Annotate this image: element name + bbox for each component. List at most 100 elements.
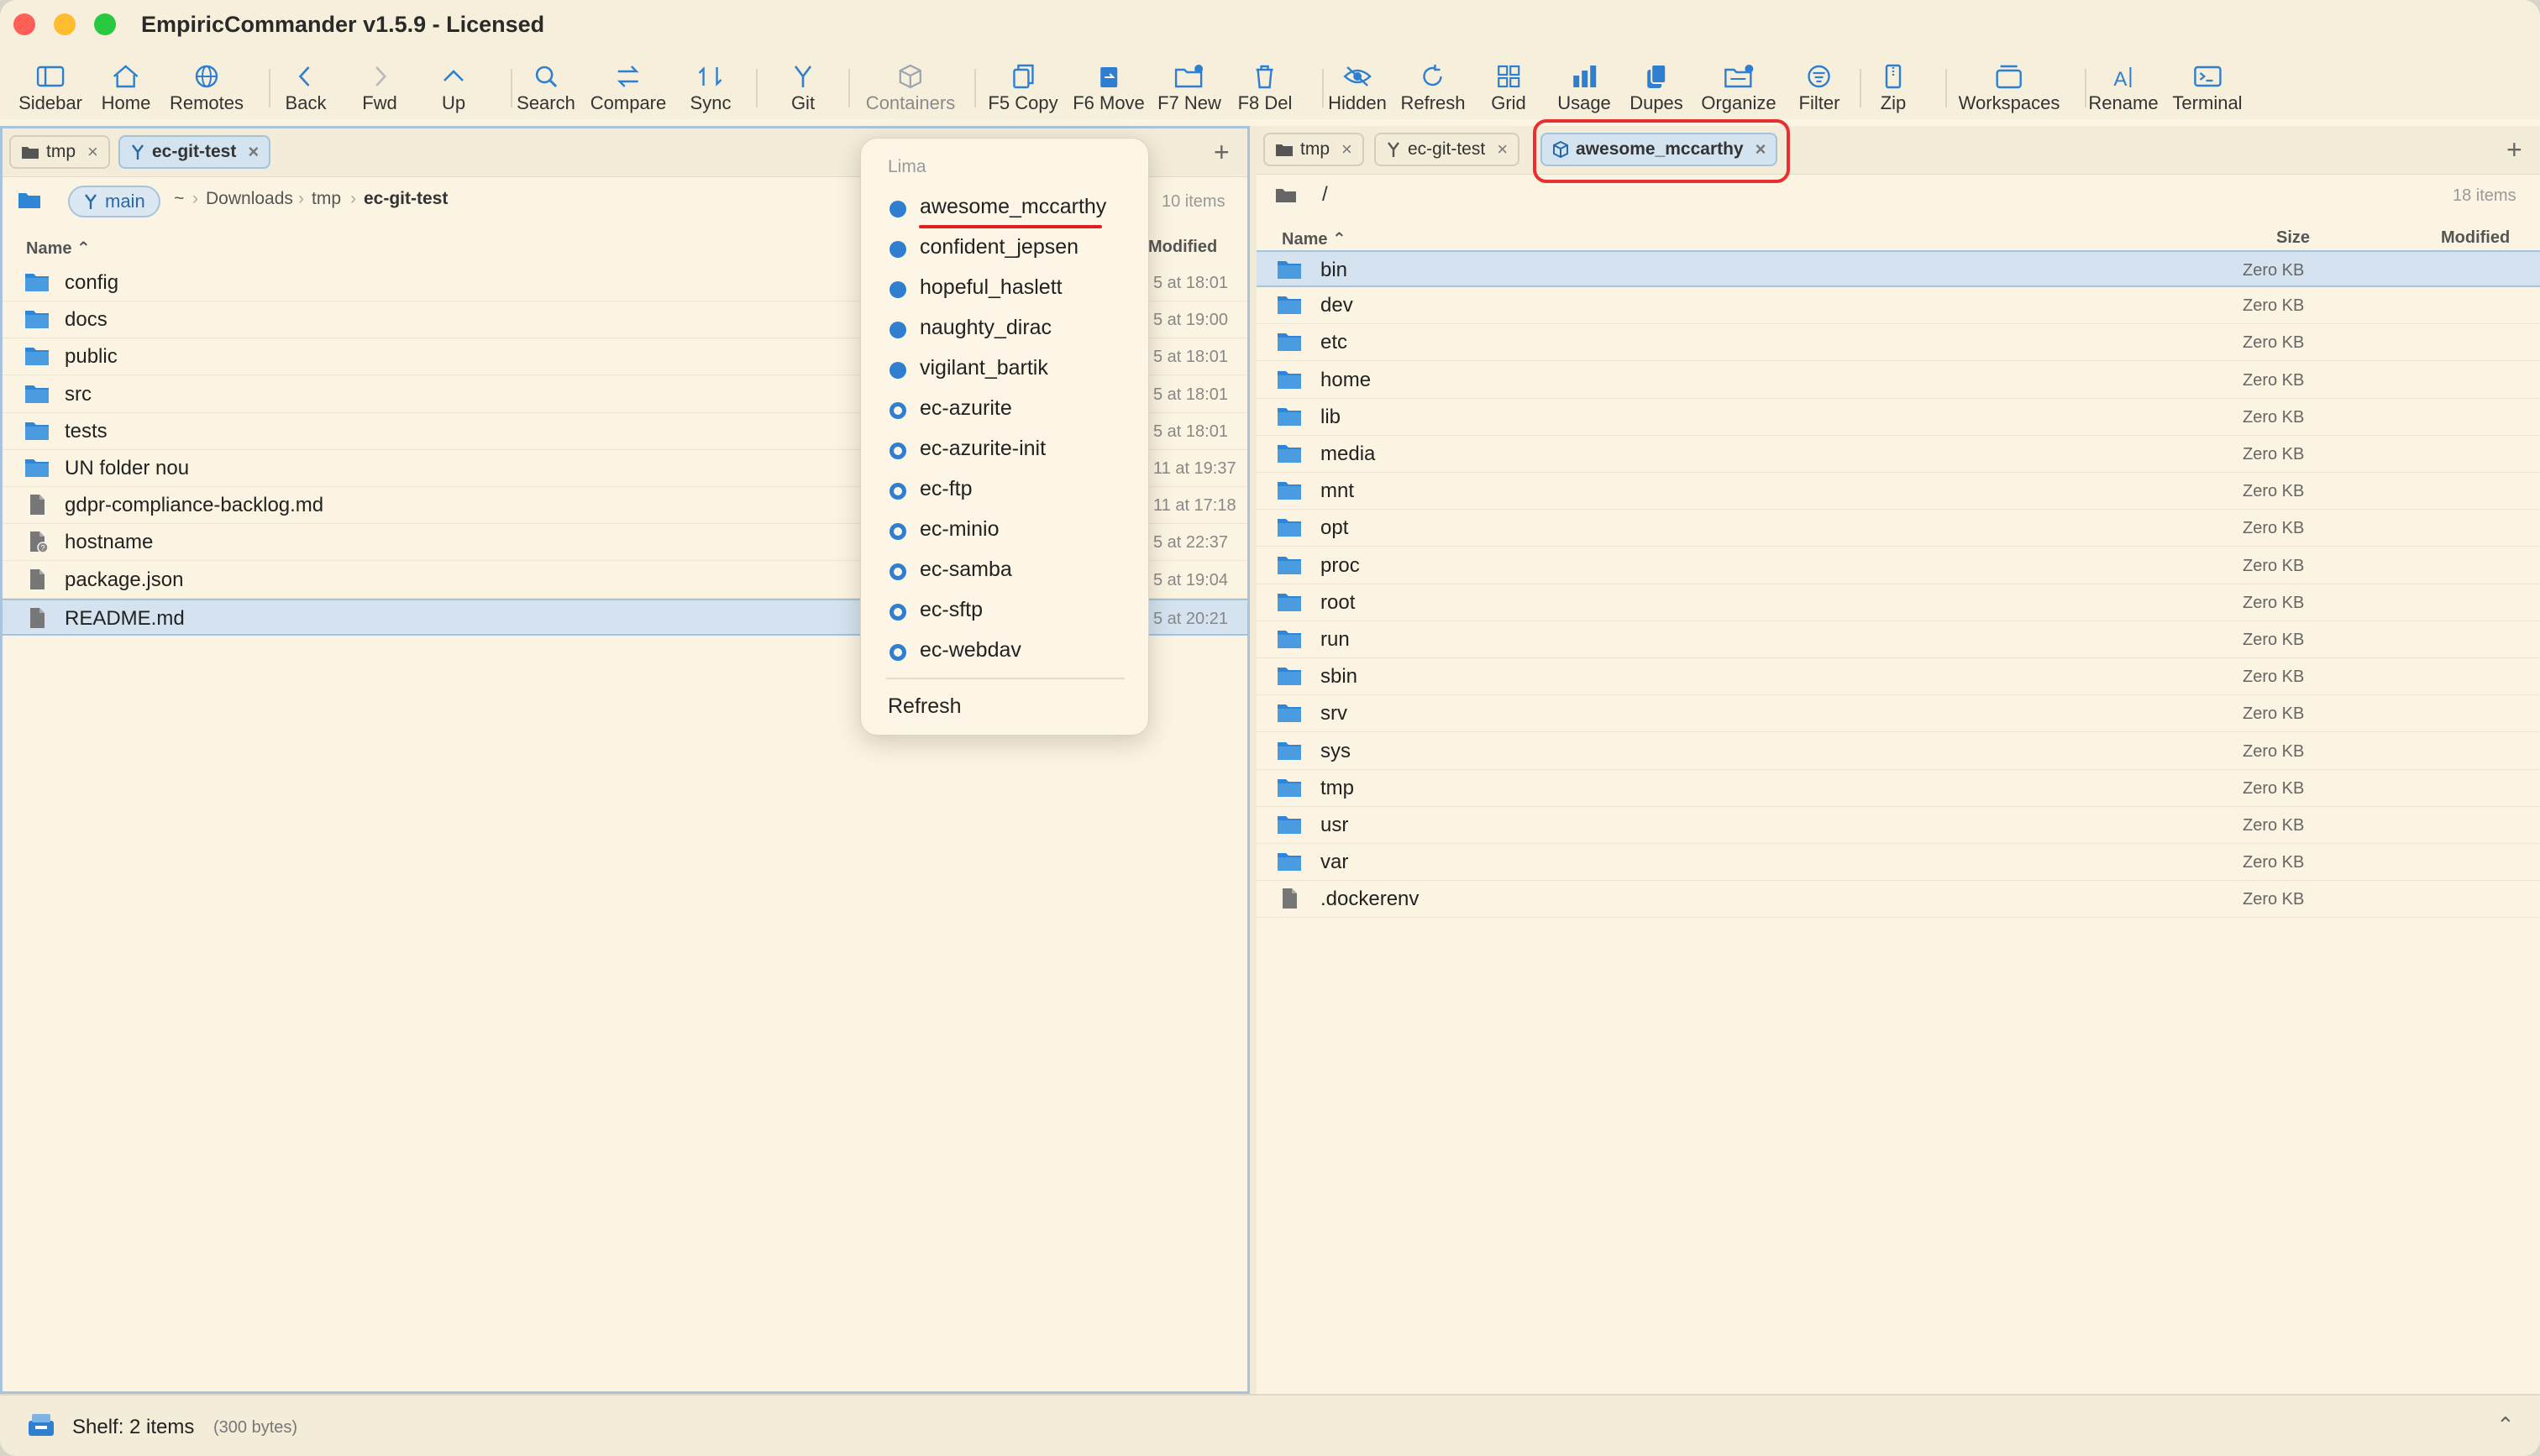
file-row[interactable]: dev Zero KB (1257, 287, 2540, 325)
file-row[interactable]: home Zero KB (1257, 362, 2540, 399)
toolbar-hidden-button[interactable]: Hidden (1328, 62, 1387, 114)
file-row[interactable]: etc Zero KB (1257, 324, 2540, 362)
toolbar-button-label: Zip (1880, 92, 1907, 113)
file-row[interactable]: bin Zero KB (1257, 250, 2540, 287)
toolbar-workspaces-button[interactable]: Workspaces (1959, 62, 2060, 114)
column-name[interactable]: Name ⌃ (26, 238, 91, 259)
toolbar-compare-button[interactable]: Compare (590, 62, 666, 114)
file-name: root (1320, 590, 1356, 614)
file-row[interactable]: media Zero KB (1257, 436, 2540, 473)
container-menu-item[interactable]: ec-sftp (861, 590, 1148, 631)
shelf-icon (29, 1414, 54, 1436)
close-icon[interactable]: × (1497, 139, 1508, 160)
file-row[interactable]: mnt Zero KB (1257, 473, 2540, 511)
new-tab-button[interactable]: + (1214, 137, 1230, 168)
right-tab-ec-git-test[interactable]: ec-git-test × (1374, 133, 1520, 166)
branch-pill[interactable]: main (68, 186, 160, 217)
file-row[interactable]: sys Zero KB (1257, 733, 2540, 770)
file-row[interactable]: tmp Zero KB (1257, 770, 2540, 807)
toolbar-sync-button[interactable]: Sync (690, 62, 731, 114)
toolbar-f6-move-button[interactable]: F6 Move (1073, 62, 1145, 114)
toolbar-grid-button[interactable]: Grid (1491, 62, 1526, 114)
toolbar-back-button[interactable]: Back (286, 62, 326, 114)
container-menu-item[interactable]: awesome_mccarthy (861, 187, 1148, 228)
toolbar-f5-copy-button[interactable]: F5 Copy (988, 62, 1058, 114)
minimize-window-button[interactable] (54, 13, 76, 35)
right-tab-tmp[interactable]: tmp × (1263, 133, 1364, 166)
toolbar-button-label: Usage (1557, 92, 1611, 113)
container-menu-item[interactable]: ec-samba (861, 550, 1148, 590)
close-icon[interactable]: × (248, 141, 259, 163)
toolbar-separator (1322, 69, 1324, 107)
toolbar-search-button[interactable]: Search (517, 62, 575, 114)
container-menu-item[interactable]: naughty_dirac (861, 308, 1148, 348)
toolbar-dupes-button[interactable]: Dupes (1629, 62, 1683, 114)
container-menu-item[interactable]: vigilant_bartik (861, 348, 1148, 389)
container-menu-item[interactable]: ec-ftp (861, 469, 1148, 510)
folder-icon (1278, 445, 1301, 463)
breadcrumb-current[interactable]: ec-git-test (364, 189, 448, 209)
file-row[interactable]: sbin Zero KB (1257, 658, 2540, 696)
toolbar-up-button[interactable]: Up (437, 62, 470, 114)
right-pane[interactable]: tmp × ec-git-test × awesome_mccarthy × + / … (1257, 126, 2540, 1394)
toolbar: Sidebar Home Remotes Back Fwd Up Search Compare… (0, 52, 2540, 119)
file-row[interactable]: usr Zero KB (1257, 807, 2540, 844)
breadcrumb-downloads[interactable]: Downloads (206, 189, 293, 209)
toolbar-f8-del-button[interactable]: F8 Del (1238, 62, 1292, 114)
toolbar-organize-button[interactable]: Organize (1701, 62, 1776, 114)
left-tab-ec-git-test[interactable]: ec-git-test × (118, 135, 271, 169)
chevron-up-icon[interactable]: ⌃ (2496, 1412, 2515, 1438)
breadcrumb-home[interactable]: ~ (174, 189, 184, 209)
path-root[interactable]: / (1322, 183, 1328, 207)
toolbar-terminal-button[interactable]: Terminal (2172, 62, 2243, 114)
left-tab-tmp[interactable]: tmp × (9, 135, 110, 169)
column-size[interactable]: Size (2276, 228, 2310, 248)
toolbar-usage-button[interactable]: Usage (1557, 62, 1611, 114)
file-row[interactable]: .dockerenv Zero KB (1257, 881, 2540, 919)
breadcrumb-tmp[interactable]: tmp (312, 189, 341, 209)
file-row[interactable]: opt Zero KB (1257, 510, 2540, 547)
container-name: ec-azurite (920, 396, 1012, 420)
file-row[interactable]: srv Zero KB (1257, 695, 2540, 733)
file-name: lib (1320, 405, 1341, 428)
container-menu-item[interactable]: ec-azurite-init (861, 429, 1148, 469)
shelf-bar[interactable]: Shelf: 2 items (300 bytes) ⌃ (0, 1394, 2540, 1456)
file-row[interactable]: root Zero KB (1257, 584, 2540, 621)
file-modified: 5 at 18:01 (1153, 348, 1228, 367)
close-icon[interactable]: × (1341, 139, 1352, 160)
toolbar-git-button[interactable]: Git (786, 62, 820, 114)
toolbar-rename-button[interactable]: A Rename (2088, 62, 2159, 114)
folder-icon (1278, 741, 1301, 760)
toolbar-home-button[interactable]: Home (102, 62, 150, 114)
toolbar-sidebar-button[interactable]: Sidebar (18, 62, 82, 114)
container-menu-item[interactable]: ec-webdav (861, 631, 1148, 671)
toolbar-zip-button[interactable]: Zip (1876, 62, 1910, 114)
container-menu-item[interactable]: confident_jepsen (861, 228, 1148, 268)
toolbar-remotes-button[interactable]: Remotes (170, 62, 244, 114)
close-window-button[interactable] (13, 13, 35, 35)
file-row[interactable]: proc Zero KB (1257, 547, 2540, 584)
zoom-window-button[interactable] (94, 13, 116, 35)
column-name[interactable]: Name ⌃ (1282, 228, 1346, 249)
toolbar-refresh-button[interactable]: Refresh (1400, 62, 1466, 114)
toolbar-containers-button[interactable]: Containers (866, 62, 955, 114)
toolbar-filter-button[interactable]: Filter (1799, 62, 1839, 114)
new-tab-button[interactable]: + (2506, 134, 2522, 165)
toolbar-fwd-button[interactable]: Fwd (362, 62, 397, 114)
file-name: README.md (65, 606, 185, 630)
file-row[interactable]: lib Zero KB (1257, 399, 2540, 436)
close-icon[interactable]: × (87, 141, 98, 163)
annotation-highlight-box (1533, 119, 1790, 183)
file-row[interactable]: var Zero KB (1257, 844, 2540, 882)
column-modified[interactable]: Modified (1148, 238, 1217, 257)
container-menu-item[interactable]: ec-azurite (861, 389, 1148, 429)
menu-refresh-item[interactable]: Refresh (888, 694, 962, 719)
column-modified[interactable]: Modified (2441, 228, 2510, 248)
file-name: .dockerenv (1320, 888, 1420, 911)
file-row[interactable]: run Zero KB (1257, 621, 2540, 658)
container-menu-item[interactable]: ec-minio (861, 510, 1148, 550)
toolbar-f7-new-button[interactable]: F7 New (1157, 62, 1221, 114)
toolbar-button-label: Fwd (362, 92, 397, 113)
container-menu-item[interactable]: hopeful_haslett (861, 268, 1148, 308)
pane-divider[interactable] (1250, 126, 1257, 1394)
